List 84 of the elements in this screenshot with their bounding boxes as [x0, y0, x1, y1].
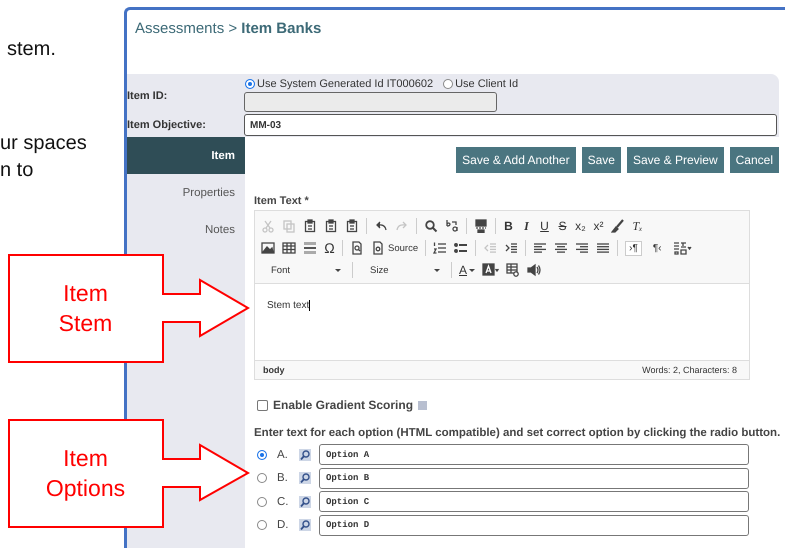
underline-button[interactable]: U [539, 219, 550, 233]
option-field[interactable]: Option A [319, 444, 749, 466]
document-icon[interactable] [371, 241, 385, 255]
instruction-text: Enter text for each option (HTML compatible) and set correct option by clicking the radio button. [254, 427, 782, 439]
horizontal-line-icon[interactable] [303, 241, 317, 255]
element-path: body [263, 365, 284, 375]
text-direction-button[interactable]: ¶‹ [648, 240, 666, 256]
nav-item[interactable]: Properties [127, 174, 245, 211]
callout-label: Item Stem [58, 279, 114, 338]
align-left-icon[interactable] [533, 241, 548, 255]
option-letter: B. [277, 472, 289, 484]
slide-text: ur spaces [0, 131, 87, 155]
background-color-icon[interactable] [482, 263, 500, 277]
indent-icon[interactable] [504, 241, 518, 255]
input-field[interactable]: MM-03 [244, 114, 777, 136]
nav-item[interactable]: Notes [127, 211, 245, 248]
action-button[interactable]: Save & Preview [626, 147, 724, 173]
radio-button[interactable] [257, 450, 267, 460]
field-label: Item Text * [254, 195, 310, 207]
word-count: Words: 2, Characters: 8 [642, 365, 737, 375]
checkbox[interactable] [257, 400, 268, 410]
paste-text-icon[interactable] [324, 219, 338, 233]
language-icon[interactable] [672, 241, 692, 255]
page-break-icon[interactable] [474, 219, 488, 233]
replace-icon[interactable] [445, 219, 459, 233]
size-dropdown[interactable]: Size [370, 264, 388, 276]
special-character-button[interactable]: Ω [324, 240, 335, 256]
magnifier-icon[interactable] [299, 472, 311, 484]
magnifier-icon[interactable] [299, 519, 311, 532]
breadcrumb: Assessments > Item Banks [135, 20, 322, 37]
preview-icon[interactable] [350, 241, 364, 255]
action-button[interactable]: Cancel [730, 147, 779, 173]
show-blocks-icon[interactable] [506, 263, 520, 277]
option-letter: C. [277, 496, 290, 508]
option-field[interactable]: Option D [319, 514, 749, 536]
caret-icon [434, 268, 440, 272]
numbered-list-icon[interactable] [433, 241, 448, 255]
brush-icon[interactable] [611, 219, 625, 233]
radio-label: Use System Generated Id IT000602 [257, 78, 434, 90]
italic-button[interactable]: I [521, 218, 532, 234]
radio-button[interactable] [443, 79, 454, 89]
slide-text: stem. [7, 37, 56, 61]
speaker-icon[interactable] [527, 263, 542, 277]
callout-label: Item Options [44, 444, 126, 503]
action-button[interactable]: Save & Add Another [456, 147, 576, 173]
option-field[interactable]: Option B [319, 468, 749, 489]
option-letter: A. [277, 448, 289, 461]
text-direction-button[interactable]: ›¶ [625, 240, 642, 256]
slide-text: n to [0, 158, 34, 182]
strikethrough-button[interactable]: S [557, 219, 568, 233]
caret-icon [469, 268, 476, 272]
superscript-button[interactable]: x² [593, 219, 604, 233]
radio-label: Use Client Id [455, 78, 518, 90]
text-color-button[interactable]: A [459, 263, 468, 277]
action-button[interactable]: Save [582, 147, 621, 173]
image-icon[interactable] [261, 241, 275, 255]
paste-word-icon[interactable] [345, 219, 359, 233]
radio-button[interactable] [257, 520, 267, 530]
paste-icon[interactable] [303, 219, 317, 233]
table-icon[interactable] [282, 241, 296, 255]
checkbox-label: Enable Gradient Scoring [273, 398, 414, 412]
option-field[interactable]: Option C [319, 491, 749, 512]
radio-button[interactable] [257, 496, 267, 507]
option-letter: D. [277, 519, 290, 532]
radio-button[interactable] [257, 473, 267, 484]
field-label: Item ID: [127, 90, 168, 102]
magnifier-icon[interactable] [299, 448, 311, 461]
bold-button[interactable]: B [503, 219, 514, 233]
align-center-icon[interactable] [554, 241, 568, 255]
input-field[interactable] [244, 92, 497, 112]
undo-icon[interactable] [374, 219, 388, 233]
field-label: Item Objective: [127, 119, 207, 131]
bullet-list-icon[interactable] [454, 241, 468, 255]
radio-button[interactable] [245, 79, 255, 89]
align-right-icon[interactable] [575, 241, 590, 255]
font-dropdown[interactable]: Font [271, 264, 290, 276]
caret-icon [335, 268, 341, 272]
magnifier-icon[interactable] [299, 496, 311, 508]
clear-format-button[interactable]: Tₓ [632, 218, 643, 234]
source-button[interactable]: Source [388, 242, 418, 254]
search-icon[interactable] [424, 219, 438, 233]
subscript-button[interactable]: x₂ [575, 219, 586, 233]
nav-item[interactable]: Item [127, 137, 245, 174]
justify-icon[interactable] [596, 241, 610, 255]
